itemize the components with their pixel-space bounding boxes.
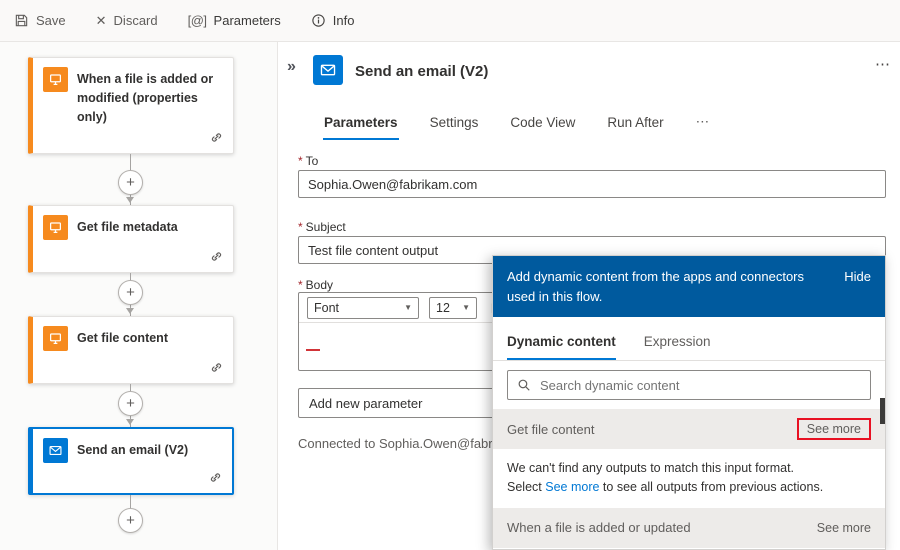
popup-header: Add dynamic content from the apps and co… — [493, 256, 885, 317]
font-size-select[interactable]: 12 ▼ — [429, 296, 477, 319]
tabs-overflow-icon[interactable]: ⋯ — [695, 108, 711, 140]
font-family-value: Font — [314, 300, 340, 315]
workflow-step-get-file-metadata[interactable]: Get file metadata — [28, 205, 234, 273]
plus-icon: + — [126, 395, 135, 412]
chevron-down-icon: ▼ — [462, 303, 470, 312]
info-label: Info — [332, 13, 355, 28]
plus-icon: + — [126, 174, 135, 191]
info-icon — [311, 13, 326, 28]
search-icon — [517, 378, 531, 395]
panel-title: Send an email (V2) — [355, 63, 489, 80]
parameters-button[interactable]: [@] Parameters — [188, 13, 281, 28]
tab-settings[interactable]: Settings — [429, 109, 480, 140]
popup-tab-bar: Dynamic content Expression — [493, 317, 885, 361]
message-line-1: We can't find any outputs to match this … — [507, 461, 795, 475]
tab-code-view[interactable]: Code View — [509, 109, 576, 140]
chevron-down-icon: ▼ — [404, 303, 412, 312]
group-title: When a file is added or updated — [507, 520, 691, 536]
save-icon — [14, 13, 29, 28]
workflow-step-send-email[interactable]: Send an email (V2) — [28, 427, 234, 495]
panel-menu-icon[interactable]: ⋯ — [875, 55, 890, 73]
caret-underline — [306, 349, 320, 351]
workflow-canvas: When a file is added or modified (proper… — [0, 42, 278, 550]
save-button[interactable]: Save — [14, 13, 66, 28]
group-when-file-added-or-updated: When a file is added or updated See more — [493, 507, 885, 548]
step-title: When a file is added or modified (proper… — [77, 72, 214, 124]
to-input[interactable] — [298, 170, 886, 198]
font-family-select[interactable]: Font ▼ — [307, 296, 419, 319]
tab-run-after[interactable]: Run After — [606, 109, 664, 140]
see-more-link[interactable]: See more — [796, 418, 871, 440]
message-line-2-prefix: Select — [507, 480, 542, 495]
hide-button[interactable]: Hide — [844, 267, 871, 287]
workflow-step-get-file-content[interactable]: Get file content — [28, 316, 234, 384]
no-outputs-message: We can't find any outputs to match this … — [493, 449, 885, 508]
parameters-label: Parameters — [213, 13, 281, 28]
dynamic-content-popup: Add dynamic content from the apps and co… — [492, 255, 886, 550]
workflow-step-trigger[interactable]: When a file is added or modified (proper… — [28, 57, 234, 154]
outlook-connector-icon — [43, 438, 68, 463]
sftp-connector-icon — [43, 215, 68, 240]
discard-button[interactable]: ✕ Discard — [96, 13, 158, 29]
body-label: * Body — [298, 278, 334, 292]
insert-step-button[interactable]: + — [118, 391, 143, 416]
connector-line — [130, 495, 131, 509]
arrow-down-icon — [126, 197, 134, 203]
save-label: Save — [36, 13, 66, 28]
step-title: Get file content — [77, 331, 168, 345]
search-input[interactable] — [507, 370, 871, 400]
popup-header-text: Add dynamic content from the apps and co… — [507, 269, 805, 304]
connection-link-icon — [209, 471, 222, 487]
info-button[interactable]: Info — [311, 13, 355, 28]
add-new-parameter-label: Add new parameter — [309, 395, 423, 411]
sftp-connector-icon — [43, 67, 68, 92]
to-label: * To — [298, 154, 319, 168]
message-line-2-suffix: to see all outputs from previous actions… — [602, 480, 824, 495]
required-asterisk: * — [298, 220, 303, 234]
collapse-panel-icon[interactable]: » — [287, 58, 296, 76]
connection-link-icon — [210, 131, 223, 147]
step-title: Get file metadata — [77, 220, 178, 234]
connection-link-icon — [210, 361, 223, 377]
tab-expression[interactable]: Expression — [644, 334, 711, 360]
group-get-file-content: Get file content See more — [493, 409, 885, 449]
insert-step-button[interactable]: + — [118, 280, 143, 305]
command-bar: Save ✕ Discard [@] Parameters Info — [0, 0, 900, 42]
scrollbar-thumb[interactable] — [880, 398, 885, 424]
group-title: Get file content — [507, 421, 595, 437]
connected-prefix: Connected to — [298, 436, 376, 451]
see-more-link[interactable]: See more — [817, 521, 871, 535]
discard-icon: ✕ — [95, 12, 107, 28]
logic-app-designer: Save ✕ Discard [@] Parameters Info When … — [0, 0, 900, 550]
subject-label: * Subject — [298, 220, 346, 234]
tab-dynamic-content[interactable]: Dynamic content — [507, 334, 616, 360]
arrow-down-icon — [126, 419, 134, 425]
plus-icon: + — [126, 284, 135, 301]
arrow-down-icon — [126, 308, 134, 314]
parameters-icon: [@] — [187, 13, 207, 28]
required-asterisk: * — [298, 278, 303, 292]
insert-step-button[interactable]: + — [118, 170, 143, 195]
sftp-connector-icon — [43, 326, 68, 351]
discard-label: Discard — [113, 13, 158, 28]
search-area — [493, 361, 885, 409]
connection-link-icon — [210, 250, 223, 266]
see-more-inline-link[interactable]: See more — [545, 480, 599, 494]
font-size-value: 12 — [436, 300, 450, 315]
plus-icon: + — [126, 512, 135, 529]
required-asterisk: * — [298, 154, 303, 168]
insert-step-button[interactable]: + — [118, 508, 143, 533]
tab-parameters[interactable]: Parameters — [323, 109, 399, 140]
step-title: Send an email (V2) — [77, 443, 189, 457]
outlook-icon — [313, 55, 343, 85]
tab-bar: Parameters Settings Code View Run After … — [323, 108, 710, 140]
